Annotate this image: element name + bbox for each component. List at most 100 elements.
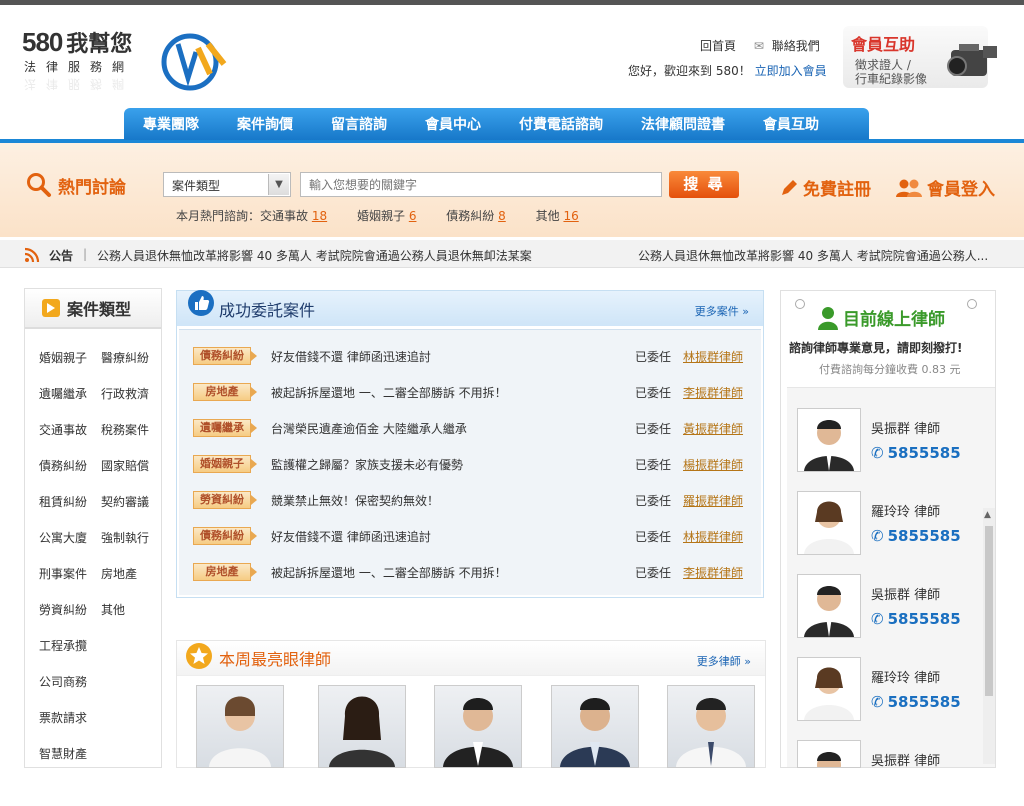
- hot-consult-list: 本月熱門諮詢：交通事故 18 婚姻親子 6 債務糾紛 8 其他 16: [176, 207, 605, 224]
- case-type-select[interactable]: 案件類型 ▼: [163, 172, 291, 197]
- case-title[interactable]: 被起訴拆屋還地 一、二審全部勝訴 不用拆！: [271, 564, 507, 581]
- hot-consult-count[interactable]: 6: [409, 209, 417, 223]
- sidebar-item[interactable]: 其他: [101, 601, 125, 618]
- more-cases-link[interactable]: 更多案件 »: [695, 303, 749, 319]
- lawyer-portrait-image: [443, 698, 513, 767]
- case-row[interactable]: 遺囑繼承 台灣榮民遺產逾佰金 大陸繼承人繼承 已委任 黃振群律師: [191, 418, 751, 442]
- lawyer-phone[interactable]: ✆ 5855585: [871, 527, 961, 545]
- sidebar-item[interactable]: 票款請求: [39, 709, 87, 726]
- sidebar-item[interactable]: 債務糾紛: [39, 457, 87, 474]
- hot-consult-count[interactable]: 8: [498, 209, 506, 223]
- sidebar-item[interactable]: 遺囑繼承: [39, 385, 87, 402]
- case-title[interactable]: 好友借錢不還 律師函迅速追討: [271, 528, 431, 545]
- tag-arrow: [251, 495, 257, 505]
- sidebar-item[interactable]: 行政救濟: [101, 385, 149, 402]
- case-row[interactable]: 婚姻親子 監護權之歸屬？家族支援未必有優勢 已委任 楊振群律師: [191, 454, 751, 478]
- case-lawyer-link[interactable]: 林振群律師: [683, 528, 743, 545]
- online-lawyer-item[interactable]: 羅玲玲 律師 ✆ 5855585: [797, 491, 987, 557]
- nav-item-case-quote[interactable]: 案件詢價: [218, 114, 312, 134]
- nav-item-member-center[interactable]: 會員中心: [406, 114, 500, 134]
- announcement-item[interactable]: 公務人員退休無恤改革將影響 40 多萬人 考試院院會通過公務人...: [638, 247, 988, 264]
- case-lawyer-link[interactable]: 黃振群律師: [683, 420, 743, 437]
- sidebar-item[interactable]: 婚姻親子: [39, 349, 87, 366]
- announcement-bar: 公告 | 公務人員退休無恤改革將影響 40 多萬人 考試院院會通過公務人員退休無…: [0, 240, 1024, 268]
- member-mutual-box[interactable]: 會員互助 徵求證人 / 行車紀錄影像: [843, 26, 997, 88]
- hot-consult-item[interactable]: 債務糾紛: [446, 209, 494, 223]
- lawyer-avatar[interactable]: [797, 574, 861, 638]
- online-lawyer-item[interactable]: 吳振群 律師 ✆ 5855585: [797, 408, 987, 474]
- site-logo[interactable]: 580 我幫您 法律服務網 法律服務網: [22, 26, 134, 91]
- nav-item-member-mutual[interactable]: 會員互助: [744, 114, 838, 134]
- case-row[interactable]: 債務糾紛 好友借錢不還 律師函迅速追討 已委任 林振群律師: [191, 346, 751, 370]
- login-button[interactable]: 會員登入: [895, 175, 995, 200]
- case-row[interactable]: 勞資糾紛 競業禁止無效！保密契約無效！ 已委任 羅振群律師: [191, 490, 751, 514]
- hot-consult-item[interactable]: 婚姻親子: [357, 209, 405, 223]
- case-lawyer-link[interactable]: 李振群律師: [683, 564, 743, 581]
- lawyer-avatar[interactable]: [797, 657, 861, 721]
- tag-arrow: [251, 387, 257, 397]
- chevron-down-icon[interactable]: ▼: [268, 174, 289, 195]
- case-lawyer-link[interactable]: 林振群律師: [683, 348, 743, 365]
- hot-consult-item[interactable]: 其他: [536, 209, 560, 223]
- lawyer-avatar[interactable]: [797, 491, 861, 555]
- case-title[interactable]: 被起訴拆屋還地 一、二審全部勝訴 不用拆！: [271, 384, 507, 401]
- sidebar-item[interactable]: 國家賠償: [101, 457, 149, 474]
- contact-link[interactable]: 聯絡我們: [772, 39, 820, 53]
- sidebar-item[interactable]: 醫療糾紛: [101, 349, 149, 366]
- scrollbar-thumb[interactable]: [985, 526, 993, 696]
- home-link[interactable]: 回首頁: [700, 39, 736, 53]
- announcement-item[interactable]: 公務人員退休無恤改革將影響 40 多萬人 考試院院會通過公務人員退休無卹法某案: [97, 247, 532, 264]
- case-row[interactable]: 房地產 被起訴拆屋還地 一、二審全部勝訴 不用拆！ 已委任 李振群律師: [191, 382, 751, 406]
- main-nav: 專業團隊 案件詢價 留言諮詢 會員中心 付費電話諮詢 法律顧問證書 會員互助: [124, 108, 869, 140]
- hot-consult-item[interactable]: 交通事故: [260, 209, 308, 223]
- search-button[interactable]: 搜 尋: [669, 171, 739, 198]
- sidebar-item[interactable]: 公司商務: [39, 673, 87, 690]
- lawyer-photo[interactable]: [551, 685, 639, 768]
- lawyer-avatar[interactable]: [797, 740, 861, 768]
- case-lawyer-link[interactable]: 羅振群律師: [683, 492, 743, 509]
- lawyer-photo[interactable]: [196, 685, 284, 768]
- nav-item-certificate[interactable]: 法律顧問證書: [622, 114, 744, 134]
- register-button[interactable]: 免費註冊: [779, 175, 871, 200]
- sidebar-item[interactable]: 公寓大廈: [39, 529, 87, 546]
- lawyer-photo[interactable]: [318, 685, 406, 768]
- nav-item-phone-consult[interactable]: 付費電話諮詢: [500, 114, 622, 134]
- join-member-link[interactable]: 立即加入會員: [755, 64, 827, 78]
- hot-consult-count[interactable]: 18: [312, 209, 327, 223]
- sidebar-item[interactable]: 契約審議: [101, 493, 149, 510]
- case-row[interactable]: 房地產 被起訴拆屋還地 一、二審全部勝訴 不用拆！ 已委任 李振群律師: [191, 562, 751, 586]
- sidebar-item[interactable]: 智慧財產: [39, 745, 87, 762]
- lawyer-photo[interactable]: [667, 685, 755, 768]
- hot-consult-count[interactable]: 16: [563, 209, 578, 223]
- case-lawyer-link[interactable]: 李振群律師: [683, 384, 743, 401]
- more-lawyers-link[interactable]: 更多律師 »: [697, 653, 751, 669]
- sidebar-item[interactable]: 刑事案件: [39, 565, 87, 582]
- lawyer-phone[interactable]: ✆ 5855585: [871, 610, 961, 628]
- online-lawyer-item[interactable]: 吳振群 律師 ✆ 5855585: [797, 574, 987, 640]
- case-title[interactable]: 監護權之歸屬？家族支援未必有優勢: [271, 456, 463, 473]
- sidebar-item[interactable]: 稅務案件: [101, 421, 149, 438]
- lawyer-list-scrollbar[interactable]: ▲: [983, 508, 995, 764]
- sidebar-item[interactable]: 租賃糾紛: [39, 493, 87, 510]
- lawyer-photo[interactable]: [434, 685, 522, 768]
- lawyer-phone[interactable]: ✆ 5855585: [871, 444, 961, 462]
- case-title[interactable]: 台灣榮民遺產逾佰金 大陸繼承人繼承: [271, 420, 467, 437]
- sidebar-item[interactable]: 交通事故: [39, 421, 87, 438]
- online-lawyer-list: 吳振群 律師 ✆ 5855585 羅玲玲 律師 ✆ 5855585 吳振群 律師 ✆…: [787, 387, 995, 769]
- scroll-up-icon[interactable]: ▲: [984, 510, 991, 520]
- case-row[interactable]: 債務糾紛 好友借錢不還 律師函迅速追討 已委任 林振群律師: [191, 526, 751, 550]
- case-lawyer-link[interactable]: 楊振群律師: [683, 456, 743, 473]
- nav-item-message[interactable]: 留言諮詢: [312, 114, 406, 134]
- lawyer-avatar[interactable]: [797, 408, 861, 472]
- sidebar-item[interactable]: 房地產: [101, 565, 137, 582]
- online-lawyer-item[interactable]: 吳振群 律師: [797, 740, 987, 806]
- nav-item-team[interactable]: 專業團隊: [124, 114, 218, 134]
- sidebar-item[interactable]: 勞資糾紛: [39, 601, 87, 618]
- sidebar-item[interactable]: 工程承攬: [39, 637, 87, 654]
- lawyer-phone[interactable]: ✆ 5855585: [871, 693, 961, 711]
- case-title[interactable]: 好友借錢不還 律師函迅速追討: [271, 348, 431, 365]
- search-input[interactable]: [300, 172, 662, 197]
- sidebar-item[interactable]: 強制執行: [101, 529, 149, 546]
- online-lawyer-item[interactable]: 羅玲玲 律師 ✆ 5855585: [797, 657, 987, 723]
- case-title[interactable]: 競業禁止無效！保密契約無效！: [271, 492, 439, 509]
